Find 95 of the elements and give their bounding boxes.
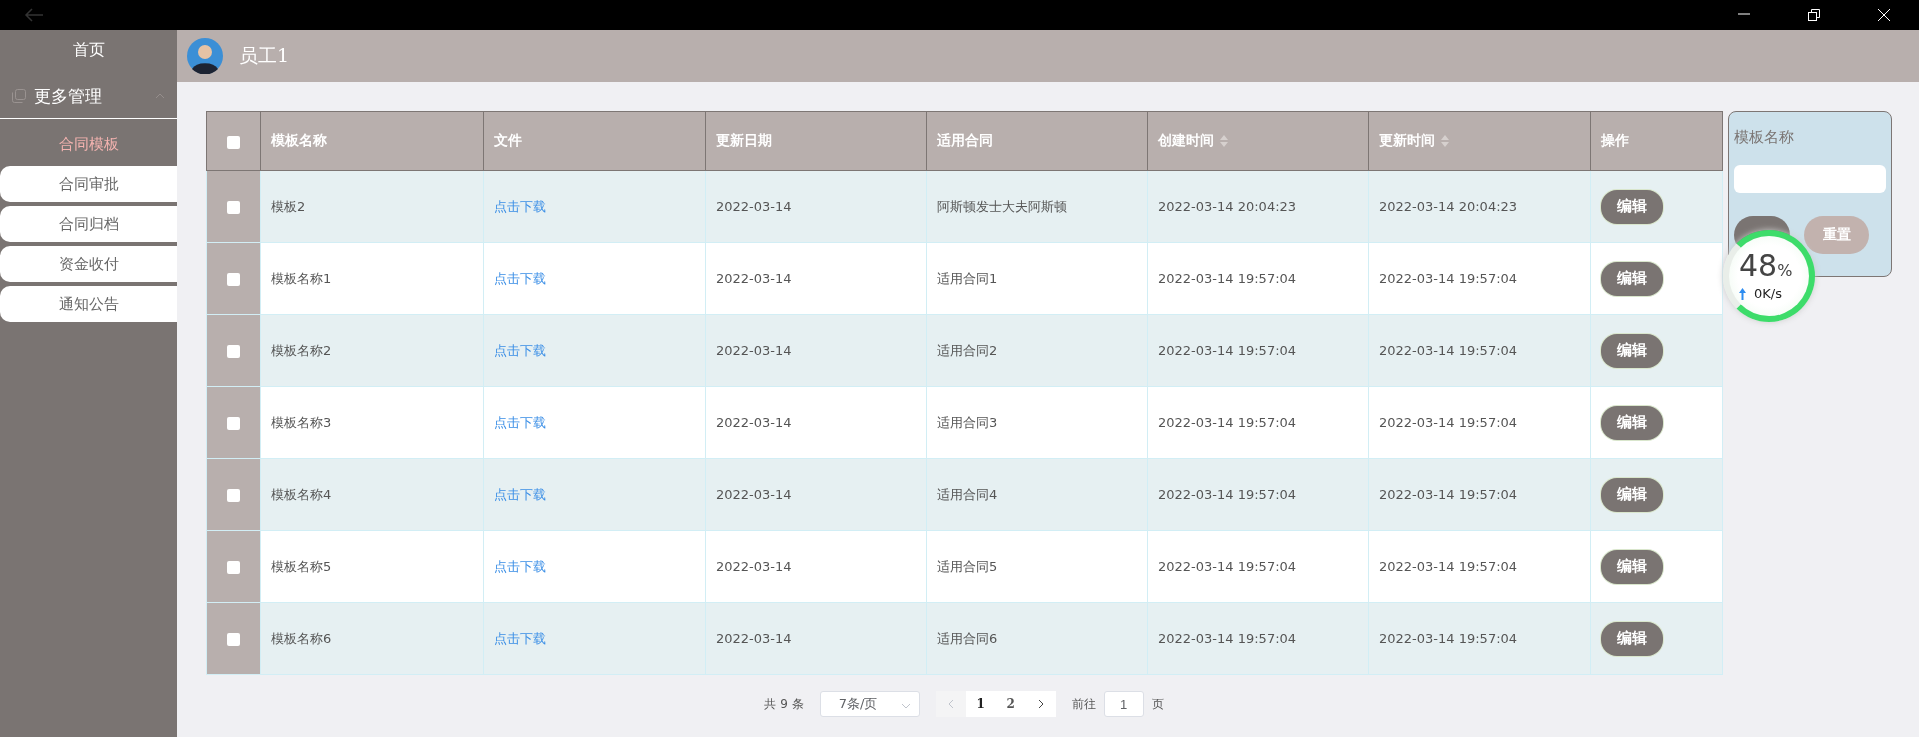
download-link[interactable]: 点击下载 — [494, 558, 546, 574]
edit-button[interactable]: 编辑 — [1601, 621, 1663, 656]
checkbox[interactable] — [227, 633, 240, 646]
table-cell: 模板名称4 — [271, 486, 332, 502]
copy-icon — [12, 89, 26, 103]
sidebar-item[interactable]: 资金收付 — [0, 246, 177, 282]
table-cell: 模板名称2 — [271, 342, 332, 358]
table-cell: 2022-03-14 — [716, 415, 792, 430]
checkbox[interactable] — [227, 201, 240, 214]
table-cell: 适用合同3 — [937, 414, 998, 430]
table-cell: 2022-03-14 — [716, 631, 792, 646]
sort-icon[interactable] — [1441, 135, 1449, 147]
sidebar-item[interactable]: 合同归档 — [0, 206, 177, 242]
checkbox[interactable] — [227, 345, 240, 358]
table-cell: 2022-03-14 19:57:04 — [1379, 271, 1518, 286]
edit-button[interactable]: 编辑 — [1601, 549, 1663, 584]
checkbox[interactable] — [227, 561, 240, 574]
edit-button[interactable]: 编辑 — [1601, 477, 1663, 512]
table-cell: 2022-03-14 — [716, 343, 792, 358]
table-cell: 2022-03-14 19:57:04 — [1379, 559, 1518, 574]
download-link[interactable]: 点击下载 — [494, 630, 546, 646]
table-cell: 模板名称5 — [271, 558, 332, 574]
column-header: 适用合同 — [937, 132, 993, 150]
page-suffix: 页 — [1151, 695, 1164, 713]
download-link[interactable]: 点击下载 — [494, 414, 546, 430]
sort-icon[interactable] — [1220, 135, 1228, 147]
chevron-up-icon[interactable] — [155, 93, 165, 99]
goto-label: 前往 — [1071, 695, 1096, 713]
column-header: 模板名称 — [271, 132, 327, 150]
menu-group-title[interactable]: 更多管理 — [34, 84, 147, 108]
column-header: 文件 — [494, 132, 522, 150]
table-cell: 2022-03-14 — [716, 271, 792, 286]
restore-icon[interactable] — [1808, 9, 1820, 21]
page-button[interactable]: 2 — [995, 691, 1026, 717]
percent-unit: % — [1777, 261, 1793, 280]
edit-button[interactable]: 编辑 — [1601, 405, 1663, 440]
table-cell: 2022-03-14 19:57:04 — [1379, 631, 1518, 646]
table-cell: 2022-03-14 19:57:04 — [1158, 343, 1297, 358]
table-cell: 2022-03-14 19:57:04 — [1158, 487, 1297, 502]
table-cell: 2022-03-14 — [716, 199, 792, 214]
avatar — [187, 38, 223, 74]
percent-value: 48 — [1739, 248, 1778, 283]
download-link[interactable]: 点击下载 — [494, 342, 546, 358]
table-cell: 2022-03-14 — [716, 487, 792, 502]
table-cell: 适用合同1 — [937, 270, 998, 286]
sidebar-item[interactable]: 合同模板 — [0, 126, 177, 162]
input-field[interactable] — [1734, 165, 1886, 193]
table-cell: 2022-03-14 19:57:04 — [1379, 415, 1518, 430]
download-link[interactable]: 点击下载 — [494, 270, 546, 286]
table-cell: 适用合同2 — [937, 342, 998, 358]
table-cell: 2022-03-14 19:57:04 — [1379, 487, 1518, 502]
sidebar-item[interactable]: 通知公告 — [0, 286, 177, 322]
table-cell: 2022-03-14 19:57:04 — [1158, 271, 1297, 286]
sidebar-item[interactable]: 合同审批 — [0, 166, 177, 202]
column-header: 更新日期 — [716, 132, 772, 150]
table-cell: 模板名称3 — [271, 414, 332, 430]
prev-page-button[interactable] — [935, 691, 966, 717]
back-arrow-icon[interactable] — [24, 8, 44, 22]
column-header: 操作 — [1601, 132, 1629, 150]
close-icon[interactable] — [1878, 9, 1890, 21]
field-label: 模板名称 — [1734, 128, 1794, 147]
edit-button[interactable]: 编辑 — [1601, 189, 1663, 224]
table-cell: 模板2 — [271, 198, 306, 214]
table-cell: 阿斯顿发士大夫阿斯顿 — [937, 198, 1067, 214]
table-cell: 适用合同4 — [937, 486, 998, 502]
table-cell: 模板名称6 — [271, 630, 332, 646]
upload-arrow-icon — [1739, 287, 1746, 300]
download-link[interactable]: 点击下载 — [494, 198, 546, 214]
page-input[interactable]: 1 — [1103, 691, 1144, 717]
user-name: 员工1 — [239, 43, 290, 68]
chevron-right-icon[interactable] — [1037, 699, 1044, 709]
table-cell: 2022-03-14 20:04:23 — [1379, 199, 1518, 214]
table-cell: 2022-03-14 19:57:04 — [1158, 559, 1297, 574]
table-cell: 2022-03-14 20:04:23 — [1158, 199, 1297, 214]
chevron-down-icon[interactable] — [900, 702, 911, 709]
table-cell: 2022-03-14 19:57:04 — [1158, 631, 1297, 646]
table-cell: 2022-03-14 19:57:04 — [1379, 343, 1518, 358]
checkbox[interactable] — [227, 135, 240, 149]
page-button[interactable]: 1 — [965, 691, 996, 717]
table-cell: 模板名称1 — [271, 270, 332, 286]
table-cell: 适用合同5 — [937, 558, 998, 574]
checkbox[interactable] — [227, 417, 240, 430]
table-cell: 2022-03-14 — [716, 559, 792, 574]
total-count: 共 9 条 — [764, 695, 804, 713]
chevron-left-icon[interactable] — [947, 699, 954, 709]
table-cell: 2022-03-14 19:57:04 — [1158, 415, 1297, 430]
edit-button[interactable]: 编辑 — [1601, 261, 1663, 296]
page-size-select[interactable]: 7条/页 — [819, 691, 920, 717]
edit-button[interactable]: 编辑 — [1601, 333, 1663, 368]
table-cell: 适用合同6 — [937, 630, 998, 646]
checkbox[interactable] — [227, 489, 240, 502]
speed-value: 0K/s — [1754, 286, 1782, 301]
download-link[interactable]: 点击下载 — [494, 486, 546, 502]
home-menu-item[interactable]: 首页 — [38, 30, 139, 74]
checkbox[interactable] — [227, 273, 240, 286]
